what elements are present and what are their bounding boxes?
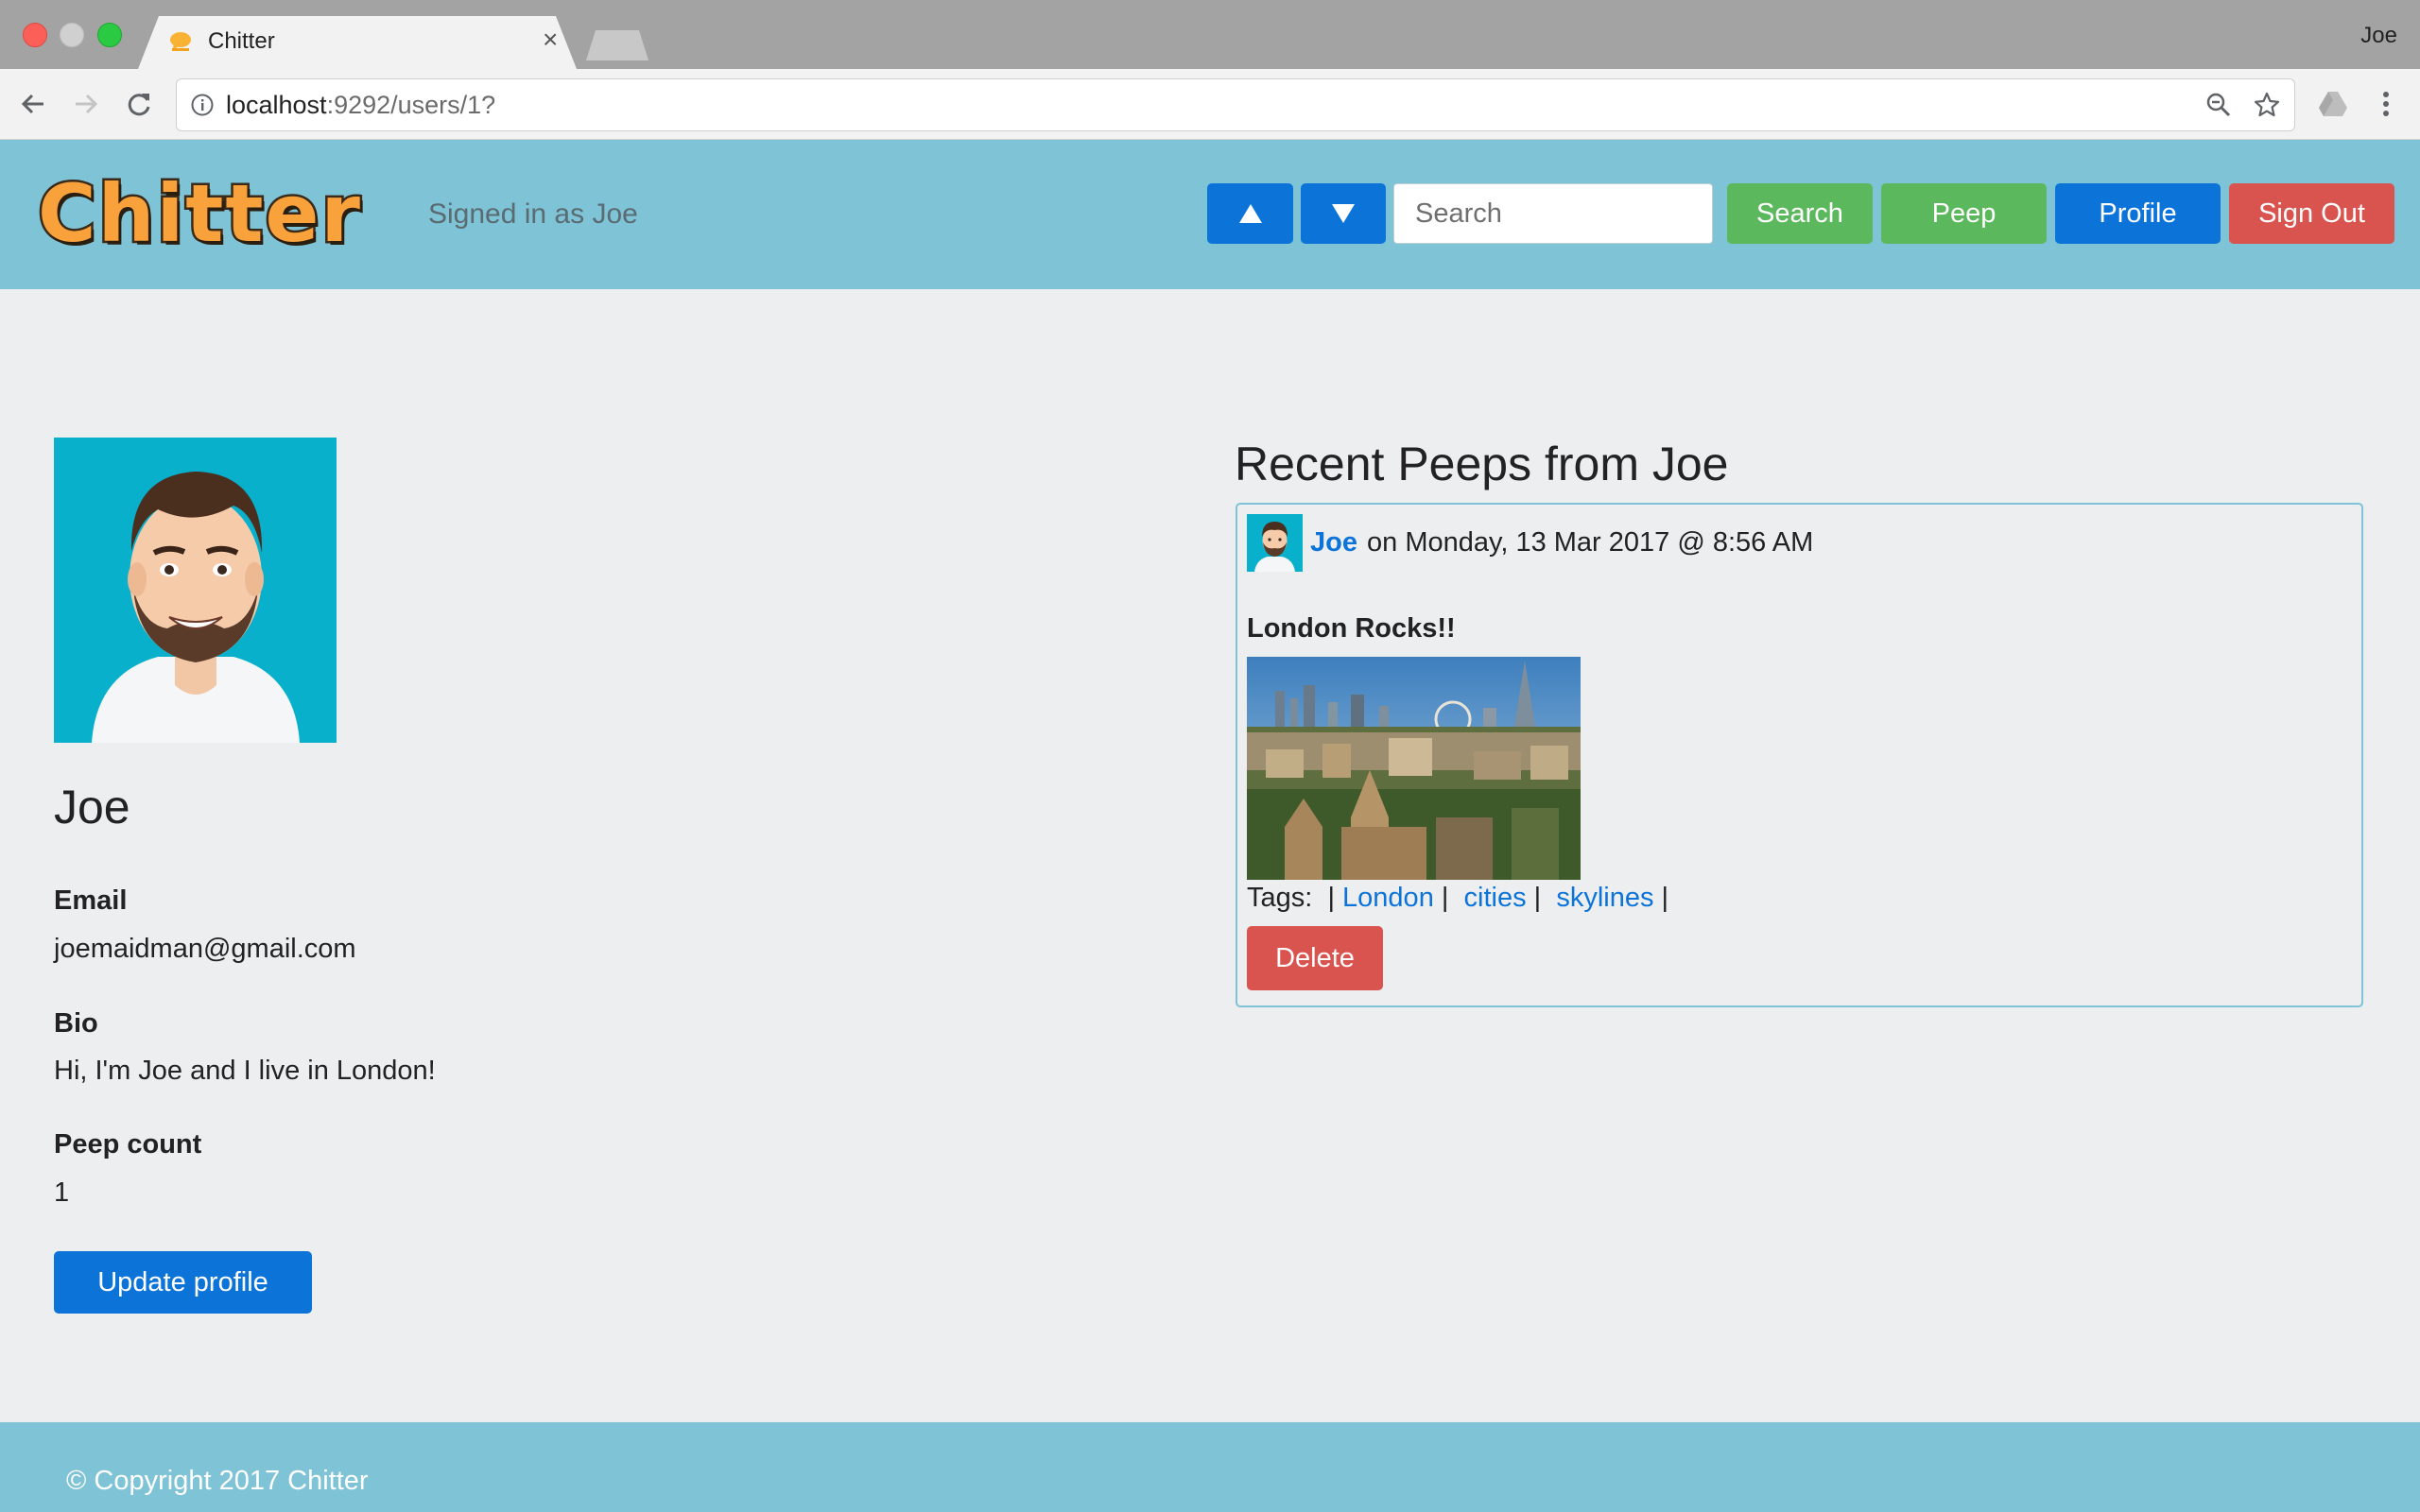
bio-value: Hi, I'm Joe and I live in London!	[54, 1056, 436, 1086]
tags-separator: |	[1653, 883, 1669, 913]
peep-count-value: 1	[54, 1177, 70, 1208]
peep-tags: Tags: | London | cities | skylines |	[1247, 883, 1668, 914]
email-label: Email	[54, 885, 128, 916]
browser-titlebar: Chitter × Joe	[0, 0, 2420, 69]
back-arrow-icon[interactable]	[17, 88, 49, 120]
email-value: joemaidman@gmail.com	[54, 934, 356, 964]
tag-link-london[interactable]: London	[1342, 883, 1434, 913]
close-window-button[interactable]	[23, 23, 47, 47]
tags-separator: |	[1526, 883, 1557, 913]
triangle-down-icon	[1332, 204, 1355, 223]
browser-toolbar: localhost:9292/users/1?	[0, 69, 2420, 140]
profile-name: Joe	[54, 781, 130, 833]
tag-link-cities[interactable]: cities	[1464, 883, 1527, 913]
url-host: localhost	[226, 91, 327, 119]
peep-date: on Monday, 13 Mar 2017 @ 8:56 AM	[1367, 527, 1814, 558]
profile-button[interactable]: Profile	[2055, 183, 2221, 244]
recent-peeps-title: Recent Peeps from Joe	[1235, 438, 1729, 490]
browser-profile-name[interactable]: Joe	[2360, 23, 2397, 49]
peep-text: London Rocks!!	[1247, 613, 1456, 644]
tags-separator: |	[1312, 883, 1343, 913]
search-input[interactable]	[1393, 183, 1713, 244]
site-footer: © Copyright 2017 Chitter	[0, 1422, 2420, 1512]
peep-button[interactable]: Peep	[1881, 183, 2047, 244]
maximize-window-button[interactable]	[97, 23, 122, 47]
sort-up-button[interactable]	[1207, 183, 1293, 244]
peep-card: Joe on Monday, 13 Mar 2017 @ 8:56 AM Lon…	[1236, 503, 2363, 1007]
reload-icon[interactable]	[123, 88, 155, 120]
chat-bubble-favicon-icon	[168, 29, 193, 54]
peep-image-london-skyline	[1247, 657, 1581, 880]
zoom-out-icon[interactable]	[2205, 92, 2232, 118]
tab-close-icon[interactable]: ×	[543, 26, 558, 53]
browser-tab-active[interactable]: Chitter ×	[138, 16, 577, 69]
site-header: Chitter Signed in as Joe Search Peep Pro…	[0, 140, 2420, 289]
sort-down-button[interactable]	[1301, 183, 1386, 244]
peep-author-link[interactable]: Joe	[1310, 527, 1357, 558]
bio-label: Bio	[54, 1008, 98, 1039]
url-text[interactable]: localhost:9292/users/1?	[226, 91, 495, 120]
minimize-window-button[interactable]	[60, 23, 84, 47]
delete-peep-button[interactable]: Delete	[1247, 926, 1383, 990]
sign-out-button[interactable]: Sign Out	[2229, 183, 2394, 244]
update-profile-button[interactable]: Update profile	[54, 1251, 312, 1314]
forward-arrow-icon[interactable]	[70, 88, 102, 120]
triangle-up-icon	[1238, 204, 1262, 223]
copyright-text: © Copyright 2017 Chitter	[66, 1466, 369, 1496]
chitter-logo[interactable]: Chitter	[36, 165, 363, 263]
bookmark-star-icon[interactable]	[2253, 91, 2281, 119]
tag-link-skylines[interactable]: skylines	[1556, 883, 1653, 913]
peep-count-label: Peep count	[54, 1129, 202, 1160]
url-path: :9292/users/1?	[326, 91, 496, 119]
address-bar[interactable]: localhost:9292/users/1?	[176, 78, 2295, 131]
search-button[interactable]: Search	[1727, 183, 1873, 244]
profile-avatar	[54, 438, 337, 743]
new-tab-button[interactable]	[586, 30, 648, 60]
signed-in-status: Signed in as Joe	[428, 198, 638, 230]
info-icon[interactable]	[190, 93, 215, 117]
peep-author-avatar	[1247, 514, 1303, 572]
tab-title: Chitter	[208, 28, 275, 54]
browser-menu-icon[interactable]	[2375, 88, 2397, 120]
tags-label: Tags:	[1247, 883, 1313, 913]
tags-separator: |	[1433, 883, 1464, 913]
drive-extension-icon[interactable]	[2318, 90, 2348, 118]
